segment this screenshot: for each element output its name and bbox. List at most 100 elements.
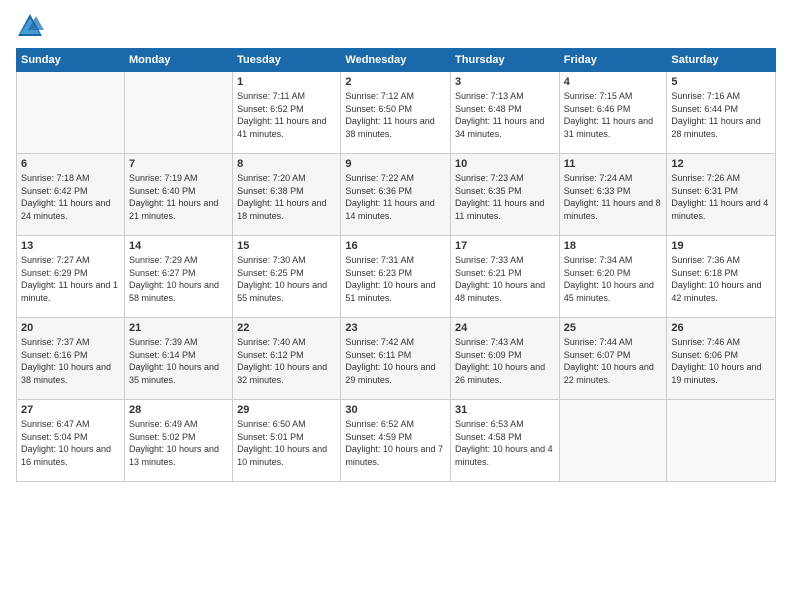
weekday-header-row: SundayMondayTuesdayWednesdayThursdayFrid… [17, 49, 776, 72]
calendar-cell: 12Sunrise: 7:26 AM Sunset: 6:31 PM Dayli… [667, 154, 776, 236]
day-number: 25 [564, 322, 663, 334]
weekday-header-saturday: Saturday [667, 49, 776, 72]
day-info: Sunrise: 7:20 AM Sunset: 6:38 PM Dayligh… [237, 172, 336, 222]
weekday-header-monday: Monday [124, 49, 232, 72]
page: SundayMondayTuesdayWednesdayThursdayFrid… [0, 0, 792, 612]
calendar-cell: 4 Sunrise: 7:15 AM Sunset: 6:46 PM Daylig… [559, 72, 667, 154]
day-number: 21 [129, 322, 228, 334]
calendar-cell: 20 Sunrise: 7:37 AM Sunset: 6:16 PM Dayli… [17, 318, 125, 400]
week-row-0: 1Sunrise: 7:11 AM Sunset: 6:52 PM Daylig… [17, 72, 776, 154]
day-info: Sunrise: 7:13 AM Sunset: 6:48 PM Dayligh… [455, 90, 555, 140]
day-number: 10 [455, 158, 555, 170]
calendar-cell: 22 Sunrise: 7:40 AM Sunset: 6:12 PM Dayli… [233, 318, 341, 400]
day-info: Sunrise: 7:31 AM Sunset: 6:23 PM Dayligh… [345, 254, 446, 304]
weekday-header-tuesday: Tuesday [233, 49, 341, 72]
logo [16, 12, 48, 40]
day-number: 22 [237, 322, 336, 334]
day-number: 18 [564, 240, 663, 252]
day-number: 3 [455, 76, 555, 88]
day-number: 8 [237, 158, 336, 170]
calendar-cell: 24 Sunrise: 7:43 AM Sunset: 6:09 PM Dayli… [451, 318, 560, 400]
day-number: 6 [21, 158, 120, 170]
day-number: 14 [129, 240, 228, 252]
calendar-cell: 23 Sunrise: 7:42 AM Sunset: 6:11 PM Dayli… [341, 318, 451, 400]
day-info: Sunrise: 7:15 AM Sunset: 6:46 PM Dayligh… [564, 90, 663, 140]
day-info: Sunrise: 7:42 AM Sunset: 6:11 PM Dayligh… [345, 336, 446, 386]
weekday-header-thursday: Thursday [451, 49, 560, 72]
day-info: Sunrise: 7:46 AM Sunset: 6:06 PM Dayligh… [671, 336, 771, 386]
day-info: Sunrise: 7:34 AM Sunset: 6:20 PM Dayligh… [564, 254, 663, 304]
calendar-cell: 9Sunrise: 7:22 AM Sunset: 6:36 PM Daylig… [341, 154, 451, 236]
day-info: Sunrise: 7:19 AM Sunset: 6:40 PM Dayligh… [129, 172, 228, 222]
calendar-cell: 2 Sunrise: 7:12 AM Sunset: 6:50 PM Daylig… [341, 72, 451, 154]
week-row-1: 6 Sunrise: 7:18 AM Sunset: 6:42 PM Daylig… [17, 154, 776, 236]
day-number: 2 [345, 76, 446, 88]
header [16, 12, 776, 40]
day-number: 20 [21, 322, 120, 334]
calendar-cell: 16Sunrise: 7:31 AM Sunset: 6:23 PM Dayli… [341, 236, 451, 318]
calendar-cell [124, 72, 232, 154]
day-info: Sunrise: 7:27 AM Sunset: 6:29 PM Dayligh… [21, 254, 120, 304]
calendar-cell [17, 72, 125, 154]
calendar-cell: 25Sunrise: 7:44 AM Sunset: 6:07 PM Dayli… [559, 318, 667, 400]
day-info: Sunrise: 7:29 AM Sunset: 6:27 PM Dayligh… [129, 254, 228, 304]
calendar-cell: 28 Sunrise: 6:49 AM Sunset: 5:02 PM Dayli… [124, 400, 232, 482]
day-info: Sunrise: 7:39 AM Sunset: 6:14 PM Dayligh… [129, 336, 228, 386]
day-number: 17 [455, 240, 555, 252]
weekday-header-sunday: Sunday [17, 49, 125, 72]
day-info: Sunrise: 7:33 AM Sunset: 6:21 PM Dayligh… [455, 254, 555, 304]
calendar-table: SundayMondayTuesdayWednesdayThursdayFrid… [16, 48, 776, 482]
calendar-cell: 13 Sunrise: 7:27 AM Sunset: 6:29 PM Dayli… [17, 236, 125, 318]
day-number: 5 [671, 76, 771, 88]
weekday-header-wednesday: Wednesday [341, 49, 451, 72]
day-number: 11 [564, 158, 663, 170]
day-info: Sunrise: 7:16 AM Sunset: 6:44 PM Dayligh… [671, 90, 771, 140]
day-info: Sunrise: 7:12 AM Sunset: 6:50 PM Dayligh… [345, 90, 446, 140]
calendar-cell: 7 Sunrise: 7:19 AM Sunset: 6:40 PM Daylig… [124, 154, 232, 236]
day-number: 7 [129, 158, 228, 170]
day-number: 28 [129, 404, 228, 416]
calendar-cell: 30 Sunrise: 6:52 AM Sunset: 4:59 PM Dayli… [341, 400, 451, 482]
calendar-cell: 17 Sunrise: 7:33 AM Sunset: 6:21 PM Dayli… [451, 236, 560, 318]
day-info: Sunrise: 7:30 AM Sunset: 6:25 PM Dayligh… [237, 254, 336, 304]
calendar-cell: 21 Sunrise: 7:39 AM Sunset: 6:14 PM Dayli… [124, 318, 232, 400]
calendar-cell: 8 Sunrise: 7:20 AM Sunset: 6:38 PM Daylig… [233, 154, 341, 236]
day-info: Sunrise: 7:40 AM Sunset: 6:12 PM Dayligh… [237, 336, 336, 386]
logo-icon [16, 12, 44, 40]
day-info: Sunrise: 6:52 AM Sunset: 4:59 PM Dayligh… [345, 418, 446, 468]
day-number: 31 [455, 404, 555, 416]
calendar-cell: 15 Sunrise: 7:30 AM Sunset: 6:25 PM Dayli… [233, 236, 341, 318]
day-number: 13 [21, 240, 120, 252]
calendar-cell: 14 Sunrise: 7:29 AM Sunset: 6:27 PM Dayli… [124, 236, 232, 318]
day-number: 4 [564, 76, 663, 88]
calendar-cell: 19Sunrise: 7:36 AM Sunset: 6:18 PM Dayli… [667, 236, 776, 318]
day-info: Sunrise: 7:26 AM Sunset: 6:31 PM Dayligh… [671, 172, 771, 222]
day-info: Sunrise: 6:49 AM Sunset: 5:02 PM Dayligh… [129, 418, 228, 468]
day-info: Sunrise: 7:18 AM Sunset: 6:42 PM Dayligh… [21, 172, 120, 222]
day-info: Sunrise: 7:24 AM Sunset: 6:33 PM Dayligh… [564, 172, 663, 222]
calendar-cell: 10 Sunrise: 7:23 AM Sunset: 6:35 PM Dayli… [451, 154, 560, 236]
day-number: 24 [455, 322, 555, 334]
calendar-cell: 31 Sunrise: 6:53 AM Sunset: 4:58 PM Dayli… [451, 400, 560, 482]
day-info: Sunrise: 6:53 AM Sunset: 4:58 PM Dayligh… [455, 418, 555, 468]
day-number: 19 [671, 240, 771, 252]
week-row-2: 13 Sunrise: 7:27 AM Sunset: 6:29 PM Dayli… [17, 236, 776, 318]
day-number: 27 [21, 404, 120, 416]
day-info: Sunrise: 6:50 AM Sunset: 5:01 PM Dayligh… [237, 418, 336, 468]
calendar-cell: 18 Sunrise: 7:34 AM Sunset: 6:20 PM Dayli… [559, 236, 667, 318]
calendar-cell: 27 Sunrise: 6:47 AM Sunset: 5:04 PM Dayli… [17, 400, 125, 482]
day-info: Sunrise: 7:43 AM Sunset: 6:09 PM Dayligh… [455, 336, 555, 386]
calendar-cell: 11 Sunrise: 7:24 AM Sunset: 6:33 PM Dayli… [559, 154, 667, 236]
day-info: Sunrise: 6:47 AM Sunset: 5:04 PM Dayligh… [21, 418, 120, 468]
week-row-3: 20 Sunrise: 7:37 AM Sunset: 6:16 PM Dayli… [17, 318, 776, 400]
day-info: Sunrise: 7:37 AM Sunset: 6:16 PM Dayligh… [21, 336, 120, 386]
week-row-4: 27 Sunrise: 6:47 AM Sunset: 5:04 PM Dayli… [17, 400, 776, 482]
calendar-cell [667, 400, 776, 482]
calendar-cell: 5 Sunrise: 7:16 AM Sunset: 6:44 PM Daylig… [667, 72, 776, 154]
calendar-cell: 1Sunrise: 7:11 AM Sunset: 6:52 PM Daylig… [233, 72, 341, 154]
day-number: 30 [345, 404, 446, 416]
day-number: 23 [345, 322, 446, 334]
day-info: Sunrise: 7:23 AM Sunset: 6:35 PM Dayligh… [455, 172, 555, 222]
day-number: 15 [237, 240, 336, 252]
calendar-cell: 29Sunrise: 6:50 AM Sunset: 5:01 PM Dayli… [233, 400, 341, 482]
